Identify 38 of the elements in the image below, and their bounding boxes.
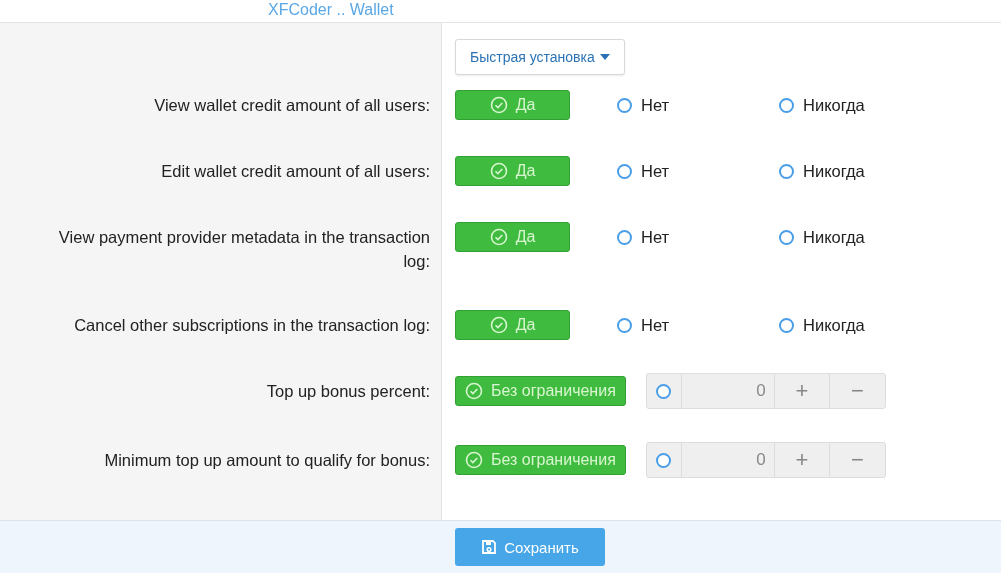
increment-button[interactable]: +: [774, 443, 830, 477]
number-field[interactable]: 0: [681, 374, 775, 408]
setting-label: View payment provider metadata in the transaction log:: [57, 227, 430, 272]
setting-label: Edit wallet credit amount of all users:: [161, 161, 430, 182]
selected-option[interactable]: Да: [455, 90, 570, 120]
caret-icon: [599, 54, 610, 60]
setting-label: View wallet credit amount of all users:: [154, 95, 430, 116]
decrement-button[interactable]: −: [829, 374, 885, 408]
selected-option[interactable]: Да: [455, 222, 570, 252]
value-radio[interactable]: [656, 383, 672, 399]
radio-option[interactable]: Никогда: [779, 227, 894, 247]
check-circle-icon: [489, 228, 508, 246]
selected-option[interactable]: Да: [455, 310, 570, 340]
setting-label: Cancel other subscriptions in the transaction log:: [74, 315, 430, 336]
unlimited-option[interactable]: Без ограничения: [455, 376, 626, 406]
increment-button[interactable]: +: [774, 374, 830, 408]
save-button[interactable]: Сохранить: [455, 528, 605, 566]
unlimited-option[interactable]: Без ограничения: [455, 445, 626, 475]
radio-option[interactable]: Никогда: [779, 161, 894, 181]
page-title[interactable]: XFCoder .. Wallet: [268, 1, 394, 19]
check-circle-icon: [465, 451, 483, 469]
radio-option[interactable]: Нет: [617, 227, 732, 247]
selected-option[interactable]: Да: [455, 156, 570, 186]
radio-option[interactable]: Нет: [617, 161, 732, 181]
setting-label: Top up bonus percent:: [266, 381, 430, 402]
check-circle-icon: [465, 382, 483, 400]
check-circle-icon: [489, 316, 508, 334]
check-circle-icon: [489, 162, 508, 180]
quick-setup-dropdown[interactable]: Быстрая установка: [455, 39, 625, 75]
decrement-button[interactable]: −: [829, 443, 885, 477]
radio-option[interactable]: Нет: [617, 95, 732, 115]
number-field[interactable]: 0: [681, 443, 775, 477]
radio-option[interactable]: Никогда: [779, 95, 894, 115]
radio-option[interactable]: Нет: [617, 315, 732, 335]
check-circle-icon: [489, 96, 508, 114]
setting-label: Minimum top up amount to qualify for bonus:: [104, 450, 430, 471]
value-radio[interactable]: [656, 452, 672, 468]
radio-option[interactable]: Никогда: [779, 315, 894, 335]
